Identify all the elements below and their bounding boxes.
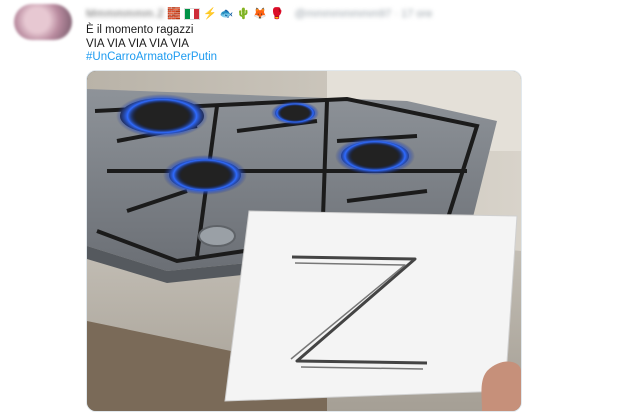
avatar[interactable] bbox=[14, 4, 72, 40]
burner-front-left bbox=[163, 155, 247, 195]
burner-back-right bbox=[271, 101, 319, 125]
flag-italy-icon bbox=[184, 8, 201, 20]
tweet-text: È il momento ragazzi VIA VIA VIA VIA VIA… bbox=[86, 24, 217, 65]
fish-icon: 🐟 bbox=[219, 8, 234, 20]
tweet-card[interactable]: Mmmmmmm.Z 🧱 ⚡ 🐟 🌵 🦊 🥊 @mmmmmmmm97 · 17 o… bbox=[0, 0, 640, 415]
tweet-line-1: È il momento ragazzi bbox=[86, 24, 194, 36]
burner-front-right bbox=[335, 137, 415, 175]
burner-back-left bbox=[116, 94, 208, 138]
tweet-line-2: VIA VIA VIA VIA VIA bbox=[86, 37, 189, 50]
author-name[interactable]: Mmmmmmm.Z bbox=[86, 8, 164, 20]
boxing-glove-icon: 🥊 bbox=[269, 8, 284, 20]
brick-icon: 🧱 bbox=[167, 8, 182, 20]
author-handle[interactable]: @mmmmmmmm97 · 17 ore bbox=[295, 8, 433, 20]
fox-icon: 🦊 bbox=[253, 8, 267, 20]
paper-sheet bbox=[224, 210, 518, 402]
lightning-icon: ⚡ bbox=[203, 8, 217, 20]
tweet-header: Mmmmmmm.Z 🧱 ⚡ 🐟 🌵 🦊 🥊 @mmmmmmmm97 · 17 o… bbox=[86, 6, 626, 22]
cactus-icon: 🌵 bbox=[236, 8, 251, 20]
tweet-photo[interactable] bbox=[86, 70, 522, 412]
hashtag-link[interactable]: #UnCarroArmatoPerPutin bbox=[86, 51, 217, 65]
